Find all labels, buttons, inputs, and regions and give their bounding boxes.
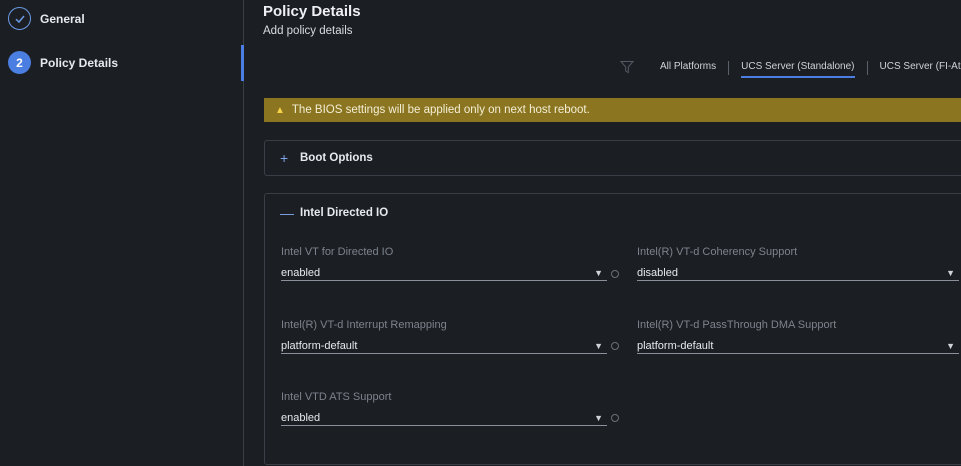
tab-divider xyxy=(728,61,730,75)
plus-icon: + xyxy=(280,150,289,166)
minus-icon: — xyxy=(280,205,294,221)
select-value: enabled xyxy=(281,266,321,279)
info-icon[interactable] xyxy=(611,342,619,350)
vtd-passthrough-dma-select[interactable]: platform-default ▼ xyxy=(637,338,959,354)
chevron-down-icon: ▼ xyxy=(946,267,955,278)
info-icon[interactable] xyxy=(611,270,619,278)
vtd-interrupt-remapping-select[interactable]: platform-default ▼ xyxy=(281,338,607,354)
page-title: Policy Details xyxy=(263,3,361,20)
banner-text: The BIOS settings will be applied only o… xyxy=(291,104,590,116)
field-intel-vt-directed-io: Intel VT for Directed IO enabled ▼ xyxy=(281,246,607,281)
info-icon[interactable] xyxy=(611,414,619,422)
select-value: platform-default xyxy=(637,339,714,352)
intel-directed-io-title: Intel Directed IO xyxy=(300,207,389,219)
vtd-coherency-support-select[interactable]: disabled ▼ xyxy=(637,265,959,281)
boot-options-section: + Boot Options xyxy=(264,140,961,176)
tab-divider xyxy=(866,61,868,75)
intel-directed-io-header[interactable]: — Intel Directed IO xyxy=(265,194,961,232)
tab-all-platforms[interactable]: All Platforms xyxy=(660,61,716,78)
chevron-down-icon: ▼ xyxy=(946,340,955,351)
select-value: platform-default xyxy=(281,339,358,352)
platform-tabs: All Platforms UCS Server (Standalone) UC… xyxy=(660,61,961,78)
intel-directed-io-section: — Intel Directed IO Intel VT for Directe… xyxy=(264,193,961,465)
main-content: Policy Details Add policy details All Pl… xyxy=(244,0,961,466)
field-label: Intel VT for Directed IO xyxy=(281,246,394,258)
step-policy-details-label: Policy Details xyxy=(40,55,119,70)
tab-ucs-server-standalone[interactable]: UCS Server (Standalone) xyxy=(741,61,855,78)
field-vtd-interrupt-remapping: Intel(R) VT-d Interrupt Remapping platfo… xyxy=(281,319,607,354)
chevron-down-icon: ▼ xyxy=(594,412,603,423)
field-label: Intel(R) VT-d PassThrough DMA Support xyxy=(637,319,837,331)
field-label: Intel(R) VT-d Interrupt Remapping xyxy=(281,319,447,331)
vtd-ats-support-select[interactable]: enabled ▼ xyxy=(281,410,607,426)
reboot-warning-banner: ▲ The BIOS settings will be applied only… xyxy=(264,98,961,122)
field-vtd-passthrough-dma: Intel(R) VT-d PassThrough DMA Support pl… xyxy=(637,319,959,354)
chevron-down-icon: ▼ xyxy=(594,340,603,351)
step-general-label: General xyxy=(40,11,85,26)
select-value: enabled xyxy=(281,411,321,424)
field-vtd-coherency-support: Intel(R) VT-d Coherency Support disabled… xyxy=(637,246,959,281)
step-number-badge: 2 xyxy=(8,51,31,74)
page-subtitle: Add policy details xyxy=(263,25,353,37)
filter-icon[interactable] xyxy=(619,60,635,74)
chevron-down-icon: ▼ xyxy=(594,267,603,278)
boot-options-header[interactable]: + Boot Options xyxy=(265,141,961,175)
boot-options-title: Boot Options xyxy=(300,152,373,164)
step-policy-details[interactable]: 2 Policy Details xyxy=(8,51,118,74)
wizard-sidebar: General 2 Policy Details xyxy=(0,0,244,466)
check-icon xyxy=(8,7,31,30)
field-label: Intel(R) VT-d Coherency Support xyxy=(637,246,798,258)
step-general[interactable]: General xyxy=(8,7,85,30)
intel-vt-directed-io-select[interactable]: enabled ▼ xyxy=(281,265,607,281)
tab-ucs-server-fi-attached[interactable]: UCS Server (FI-At xyxy=(880,61,961,78)
field-vtd-ats-support: Intel VTD ATS Support enabled ▼ xyxy=(281,391,607,426)
warning-icon: ▲ xyxy=(275,104,285,116)
select-value: disabled xyxy=(637,266,678,279)
field-label: Intel VTD ATS Support xyxy=(281,391,392,403)
